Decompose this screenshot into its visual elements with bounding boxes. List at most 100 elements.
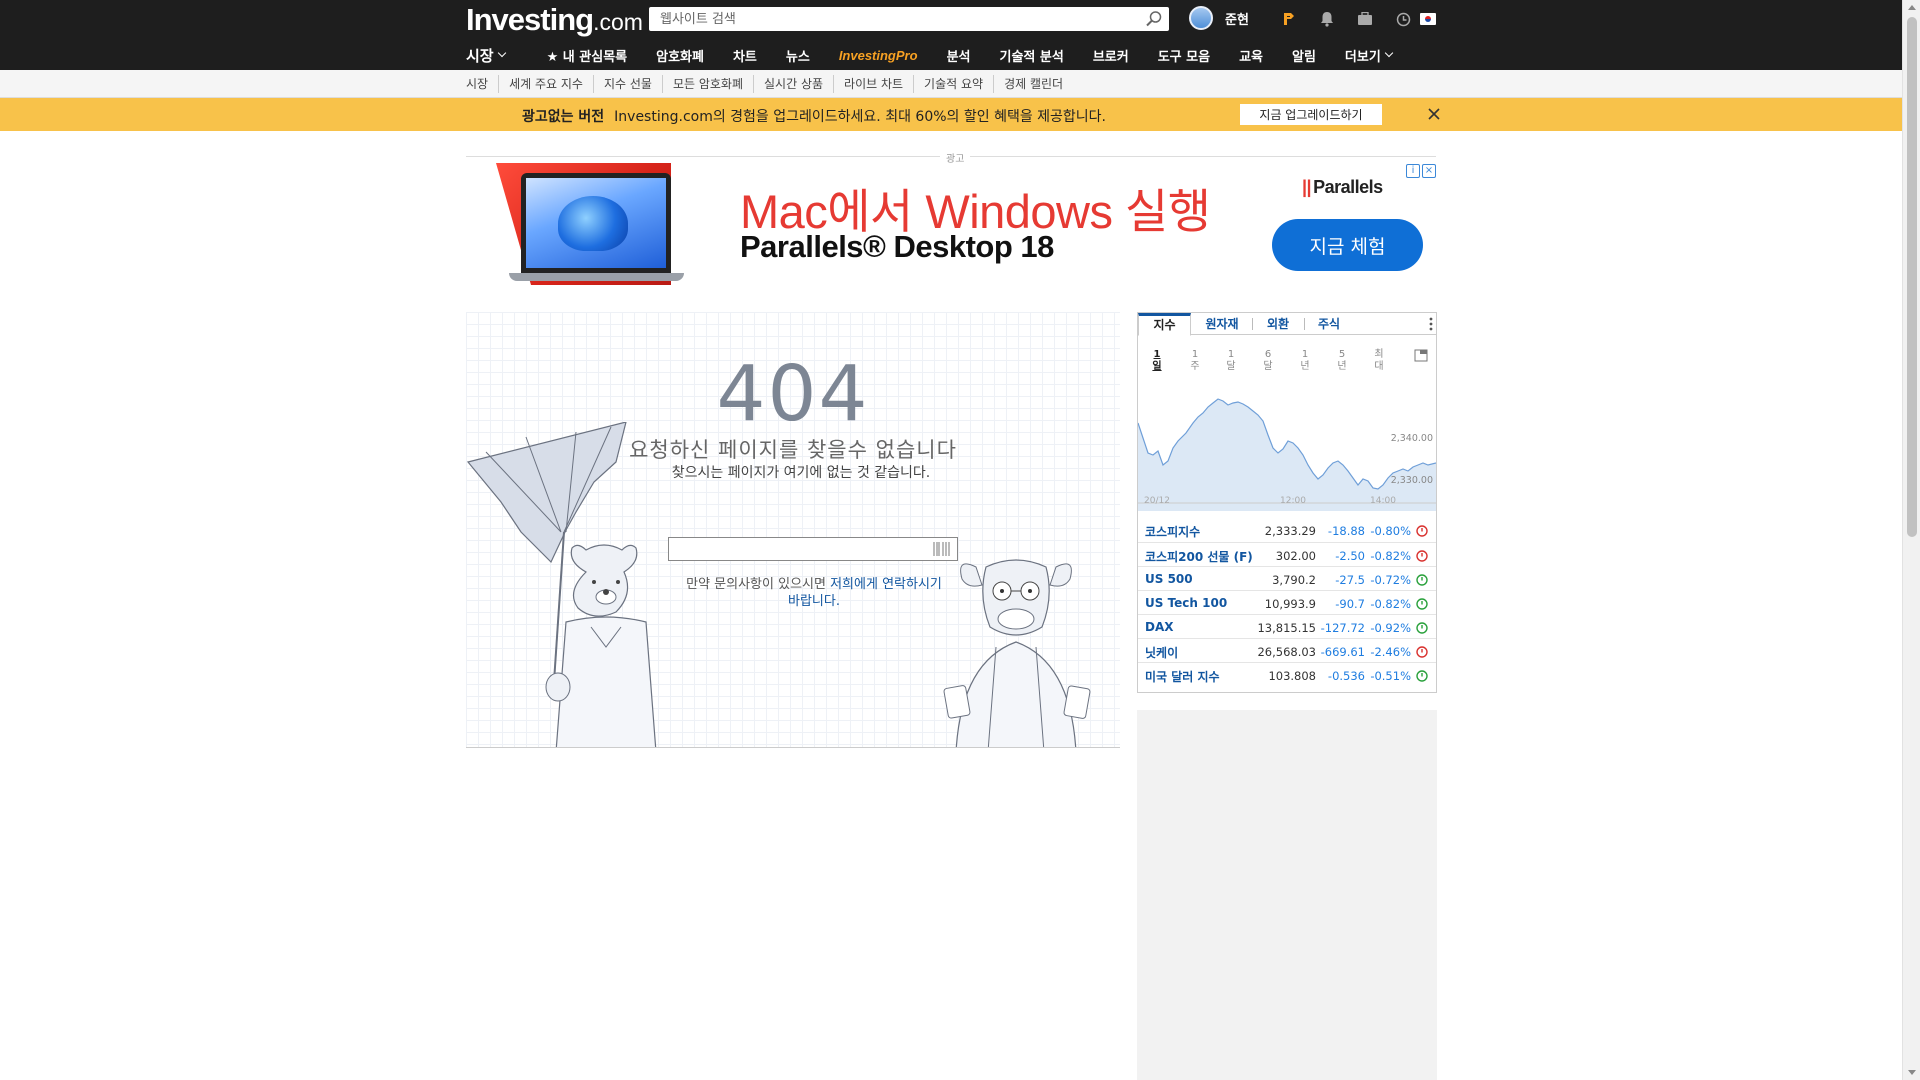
more-options-icon[interactable] (1428, 316, 1434, 332)
investingpro-icon[interactable] (1270, 9, 1308, 29)
market-open-icon (1416, 622, 1428, 634)
table-row[interactable]: DAX 13,815.15 -127.72 -0.92% (1138, 614, 1436, 638)
ad-product: Parallels® Desktop 18 (740, 229, 1054, 264)
nav-alerts[interactable]: 알림 (1292, 46, 1316, 65)
top-header: Investing.com 준현 (0, 0, 1902, 70)
nav-charts[interactable]: 차트 (733, 46, 757, 65)
subnav-item[interactable]: 기술적 요약 (913, 75, 993, 93)
upgrade-button[interactable]: 지금 업그레이드하기 (1240, 104, 1382, 125)
index-chart[interactable]: 2,340.00 2,330.00 20/12 12:00 14:00 (1138, 393, 1436, 511)
index-name[interactable]: 코스피지수 (1145, 523, 1200, 540)
tab-stocks[interactable]: 주식 (1304, 313, 1354, 335)
table-row[interactable]: 코스피지수 2,333.29 -18.88 -0.80% (1138, 518, 1436, 542)
table-row[interactable]: US Tech 100 10,993.9 -90.7 -0.82% (1138, 590, 1436, 614)
period-6m[interactable]: 6달 (1261, 349, 1275, 373)
scrollbar[interactable] (1902, 0, 1920, 1080)
period-1w[interactable]: 1주 (1188, 349, 1202, 373)
index-name[interactable]: US 500 (1145, 572, 1193, 586)
tab-indices[interactable]: 지수 (1138, 313, 1191, 336)
subnav-item[interactable]: 라이브 차트 (833, 75, 913, 93)
subnav-item[interactable]: 지수 선물 (592, 75, 662, 93)
market-open-icon (1416, 574, 1428, 586)
close-icon[interactable] (1424, 104, 1444, 124)
parallels-logo: || Parallels (1302, 177, 1383, 198)
table-row[interactable]: 미국 달러 지수 103.808 -0.536 -0.51% (1138, 662, 1436, 686)
period-unit: 주 (1190, 361, 1200, 372)
subnav-item[interactable]: 시장 (466, 75, 498, 93)
portfolio-icon[interactable] (1346, 9, 1384, 29)
nav-analysis[interactable]: 분석 (947, 46, 971, 65)
tab-forex[interactable]: 외환 (1252, 313, 1304, 335)
subnav-item[interactable]: 실시간 상품 (753, 75, 833, 93)
korea-flag-icon[interactable] (1420, 13, 1436, 25)
chevron-down-icon (1384, 48, 1394, 58)
user-menu[interactable]: 준현 (1189, 6, 1249, 30)
period-unit: 년 (1300, 361, 1310, 372)
y-tick: 2,330.00 (1391, 475, 1433, 486)
index-value: 26,568.03 (1257, 645, 1316, 659)
ad-cta-button[interactable]: 지금 체험 (1272, 219, 1423, 271)
index-percent: -0.82% (1370, 597, 1411, 611)
tab-commodities[interactable]: 원자재 (1192, 313, 1252, 335)
table-row[interactable]: 코스피200 선물 (F) 302.00 -2.50 -0.82% (1138, 542, 1436, 566)
search-input[interactable] (649, 7, 1129, 31)
nav-crypto[interactable]: 암호화폐 (656, 46, 704, 65)
nav-tools[interactable]: 도구 모음 (1158, 46, 1210, 65)
error-subtext: 찾으시는 페이지가 여기에 없는 것 같습니다. (671, 465, 931, 481)
index-name[interactable]: 닛케이 (1145, 644, 1178, 661)
nav-brokers[interactable]: 브로커 (1093, 46, 1129, 65)
nav-watchlist[interactable]: ★ 내 관심목록 (547, 46, 628, 65)
index-percent: -0.72% (1370, 573, 1411, 587)
expand-chart-icon[interactable] (1414, 349, 1428, 363)
nav-news[interactable]: 뉴스 (786, 46, 810, 65)
index-change: -90.7 (1335, 597, 1365, 611)
nav-more[interactable]: 더보기 (1345, 46, 1394, 65)
nav-investingpro[interactable]: Investing Pro (839, 48, 918, 63)
table-row[interactable]: 닛케이 26,568.03 -669.61 -2.46% (1138, 638, 1436, 662)
subnav-item[interactable]: 세계 주요 지수 (498, 75, 593, 93)
not-found-panel: 404 요청하신 페이지를 찾을수 없습니다 찾으시는 페이지가 여기에 없는 … (466, 312, 1120, 748)
investing-logo[interactable]: Investing.com (466, 2, 643, 38)
index-percent: -0.80% (1370, 524, 1411, 538)
index-value: 302.00 (1275, 549, 1316, 563)
laptop-base (509, 273, 684, 281)
avatar[interactable] (1189, 6, 1213, 30)
search-icon[interactable] (1145, 10, 1163, 28)
ad-banner[interactable]: Mac에서 Windows 실행 Parallels® Desktop 18 |… (466, 163, 1436, 285)
subnav-item[interactable]: 경제 캘린더 (993, 75, 1073, 93)
nav-education[interactable]: 교육 (1239, 46, 1263, 65)
index-name[interactable]: DAX (1145, 620, 1174, 634)
period-5y[interactable]: 5년 (1335, 349, 1349, 373)
period-num: 1 (1191, 349, 1199, 360)
error-message: 요청하신 페이지를 찾을수 없습니다 (629, 438, 957, 462)
scroll-up-icon[interactable] (1908, 5, 1916, 10)
widget-tabs: 지수 원자재 외환 주식 (1138, 313, 1436, 336)
index-name[interactable]: US Tech 100 (1145, 596, 1227, 610)
period-1y[interactable]: 1년 (1298, 349, 1312, 373)
table-row[interactable]: US 500 3,790.2 -27.5 -0.72% (1138, 566, 1436, 590)
subnav-item[interactable]: 모든 암호화폐 (661, 75, 753, 93)
index-list: 코스피지수 2,333.29 -18.88 -0.80% 코스피200 선물 (… (1138, 518, 1436, 686)
clock-icon[interactable] (1384, 9, 1422, 29)
index-name[interactable]: 미국 달러 지수 (1145, 668, 1220, 685)
index-name[interactable]: 코스피200 선물 (F) (1145, 548, 1253, 565)
user-name[interactable]: 준현 (1225, 9, 1249, 28)
sub-nav: 시장 세계 주요 지수 지수 선물 모든 암호화폐 실시간 상품 라이브 차트 … (0, 70, 1902, 98)
bell-icon[interactable] (1308, 9, 1346, 29)
scrollbar-thumb[interactable] (1907, 17, 1917, 537)
logo-main: Investing (466, 2, 594, 37)
index-value: 3,790.2 (1272, 573, 1316, 587)
period-max[interactable]: 최대 (1372, 349, 1386, 373)
site-search (649, 7, 1169, 31)
y-tick: 2,340.00 (1391, 433, 1433, 444)
period-1m[interactable]: 1달 (1224, 349, 1238, 373)
nav-markets[interactable]: 시장 (466, 45, 506, 66)
search-box[interactable] (668, 537, 958, 561)
period-1d[interactable]: 1일 (1150, 349, 1164, 373)
nav-technical[interactable]: 기술적 분석 (999, 46, 1063, 65)
bear-illustration (466, 422, 657, 747)
adchoices-icon[interactable]: i × (1406, 164, 1436, 180)
period-num: 6 (1264, 349, 1272, 360)
scroll-down-icon[interactable] (1908, 1070, 1916, 1075)
windows-logo-icon (558, 196, 628, 251)
